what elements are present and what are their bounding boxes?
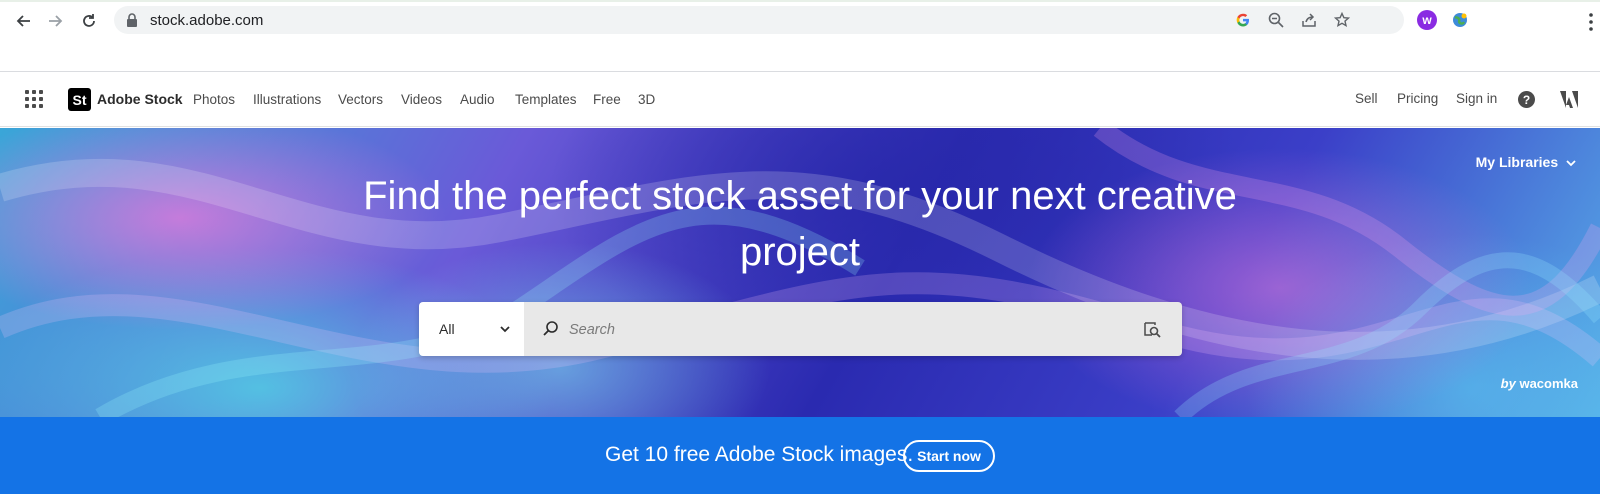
forward-button[interactable]	[43, 8, 69, 34]
sign-in-link[interactable]: Sign in	[1456, 91, 1497, 106]
url-text: stock.adobe.com	[150, 12, 264, 29]
nav-audio[interactable]: Audio	[460, 92, 495, 107]
image-credit[interactable]: by wacomka	[1501, 376, 1578, 391]
promo-banner: Get 10 free Adobe Stock images. Start no…	[0, 417, 1600, 494]
credit-author: wacomka	[1519, 376, 1578, 391]
brand-name[interactable]: Adobe Stock	[97, 91, 183, 107]
address-bar[interactable]: stock.adobe.com	[114, 6, 1404, 34]
extension-w-icon[interactable]: w	[1417, 10, 1437, 30]
extension-globe-icon[interactable]	[1450, 10, 1470, 30]
search-bar: All	[419, 302, 1182, 356]
pricing-link[interactable]: Pricing	[1397, 91, 1438, 106]
site-header: St Adobe Stock Photos Illustrations Vect…	[0, 73, 1600, 127]
start-now-button[interactable]: Start now	[903, 440, 995, 472]
bookmark-star-icon[interactable]	[1333, 11, 1351, 29]
reload-button[interactable]	[76, 8, 102, 34]
hero-title-line2: project	[739, 230, 861, 274]
chevron-down-icon	[500, 326, 510, 333]
forward-arrow-icon	[49, 15, 63, 27]
credit-by: by	[1500, 376, 1516, 391]
chevron-down-icon	[1566, 160, 1576, 167]
browser-menu-icon[interactable]	[1588, 12, 1594, 32]
search-field[interactable]	[524, 302, 1182, 356]
sell-link[interactable]: Sell	[1355, 91, 1378, 106]
nav-templates[interactable]: Templates	[515, 92, 577, 107]
back-button[interactable]	[10, 8, 36, 34]
nav-illustrations[interactable]: Illustrations	[253, 92, 321, 107]
help-icon[interactable]: ?	[1518, 91, 1535, 108]
search-icon	[543, 321, 558, 336]
lock-icon	[127, 13, 137, 27]
visual-search-icon[interactable]	[1142, 319, 1162, 339]
reload-icon	[83, 14, 95, 27]
adobe-logo-icon[interactable]	[1560, 91, 1578, 108]
asset-type-selected: All	[439, 321, 455, 337]
browser-chrome: stock.adobe.com w	[0, 0, 1600, 72]
nav-vectors[interactable]: Vectors	[338, 92, 383, 107]
hero-title: Find the perfect stock asset for your ne…	[0, 168, 1600, 280]
share-icon[interactable]	[1300, 11, 1318, 29]
asset-type-dropdown[interactable]: All	[419, 302, 524, 356]
zoom-icon[interactable]	[1267, 11, 1285, 29]
nav-free[interactable]: Free	[593, 92, 621, 107]
search-input[interactable]	[569, 319, 1129, 341]
nav-3d[interactable]: 3D	[638, 92, 655, 107]
google-icon[interactable]	[1234, 11, 1252, 29]
nav-photos[interactable]: Photos	[193, 92, 235, 107]
tab-strip-edge	[0, 0, 1600, 2]
promo-text: Get 10 free Adobe Stock images.	[605, 443, 914, 466]
adobe-stock-logo[interactable]: St	[68, 88, 91, 111]
back-arrow-icon	[16, 15, 30, 27]
hero-title-line1: Find the perfect stock asset for your ne…	[363, 174, 1237, 218]
app-switcher-icon[interactable]	[25, 90, 43, 108]
hero-banner: My Libraries Find the perfect stock asse…	[0, 128, 1600, 417]
nav-videos[interactable]: Videos	[401, 92, 442, 107]
